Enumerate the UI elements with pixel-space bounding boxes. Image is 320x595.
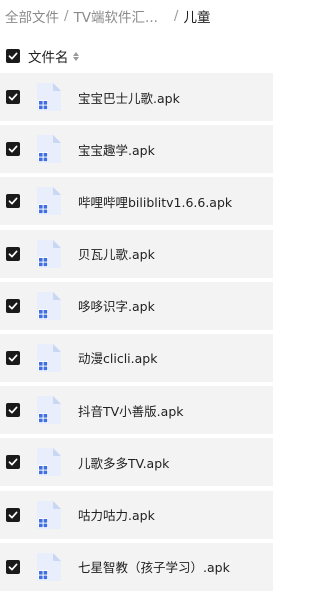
column-header-filename[interactable]: 文件名 xyxy=(28,46,69,66)
file-row[interactable]: 宝宝趣学.apk xyxy=(0,125,273,174)
checkmark-icon xyxy=(8,302,18,310)
file-name[interactable]: 儿歌多多TV.apk xyxy=(78,453,169,472)
row-checkbox[interactable] xyxy=(6,90,20,104)
checkmark-icon xyxy=(8,250,18,258)
row-checkbox[interactable] xyxy=(6,350,20,365)
file-list: 宝宝巴士儿歌.apk 宝宝趣学.apk 哔哩哔哩biliblitv1.6.6.a… xyxy=(0,73,273,595)
checkmark-icon xyxy=(8,458,18,466)
checkmark-icon xyxy=(8,406,18,414)
apk-file-icon xyxy=(35,291,63,321)
breadcrumb: 全部文件 / TV端软件汇... / 儿童 xyxy=(5,6,210,26)
file-row[interactable]: 哆哆识字.apk xyxy=(0,281,273,330)
checkmark-icon xyxy=(8,511,18,518)
apk-file-icon xyxy=(35,447,63,477)
file-row[interactable]: 儿歌多多TV.apk xyxy=(0,438,273,487)
file-name[interactable]: 动漫clicli.apk xyxy=(78,348,157,367)
file-row[interactable]: 哔哩哔哩biliblitv1.6.6.apk xyxy=(0,177,273,226)
checkmark-icon xyxy=(8,354,18,362)
row-checkbox[interactable] xyxy=(6,246,20,261)
apk-file-icon xyxy=(35,239,63,269)
apk-file-icon xyxy=(35,82,63,112)
file-name[interactable]: 宝宝巴士儿歌.apk xyxy=(78,88,180,107)
breadcrumb-separator: / xyxy=(64,8,69,24)
file-name[interactable]: 宝宝趣学.apk xyxy=(78,140,155,159)
row-checkbox[interactable] xyxy=(6,142,20,157)
file-name[interactable]: 贝瓦儿歌.apk xyxy=(78,244,155,263)
breadcrumb-root[interactable]: 全部文件 xyxy=(5,6,59,26)
checkmark-icon xyxy=(8,563,18,571)
file-row[interactable]: 七星智教（孩子学习）.apk xyxy=(0,542,273,591)
apk-file-icon xyxy=(35,343,63,373)
file-name[interactable]: 抖音TV小善版.apk xyxy=(78,401,184,420)
select-all-checkbox[interactable] xyxy=(6,49,20,63)
file-name[interactable]: 哆哆识字.apk xyxy=(78,296,155,315)
apk-file-icon xyxy=(35,500,63,530)
apk-file-icon xyxy=(35,552,63,582)
file-row[interactable]: 咕力咕力.apk xyxy=(0,490,273,539)
file-row[interactable]: 贝瓦儿歌.apk xyxy=(0,229,273,278)
checkmark-icon xyxy=(8,52,18,60)
checkmark-icon xyxy=(8,197,18,205)
row-checkbox[interactable] xyxy=(6,507,20,522)
file-name[interactable]: 七星智教（孩子学习）.apk xyxy=(78,557,230,576)
row-checkbox[interactable] xyxy=(6,403,20,418)
apk-file-icon xyxy=(35,186,63,216)
breadcrumb-separator: / xyxy=(173,8,179,24)
checkmark-icon xyxy=(8,93,18,101)
sort-icon[interactable] xyxy=(72,51,79,61)
breadcrumb-folder[interactable]: TV端软件汇... xyxy=(74,6,158,26)
row-checkbox[interactable] xyxy=(6,559,20,574)
apk-file-icon xyxy=(35,395,63,425)
row-checkbox[interactable] xyxy=(6,194,20,209)
file-name[interactable]: 哔哩哔哩biliblitv1.6.6.apk xyxy=(78,192,232,211)
row-checkbox[interactable] xyxy=(6,455,20,470)
apk-file-icon xyxy=(35,134,63,164)
checkmark-icon xyxy=(8,145,18,153)
file-row[interactable]: 宝宝巴士儿歌.apk xyxy=(0,73,273,121)
file-list-header: 文件名 xyxy=(0,40,273,72)
row-checkbox[interactable] xyxy=(6,298,20,313)
file-name[interactable]: 咕力咕力.apk xyxy=(78,505,155,524)
file-row[interactable]: 抖音TV小善版.apk xyxy=(0,386,273,435)
breadcrumb-current: 儿童 xyxy=(183,10,211,26)
file-row[interactable]: 动漫clicli.apk xyxy=(0,333,273,382)
